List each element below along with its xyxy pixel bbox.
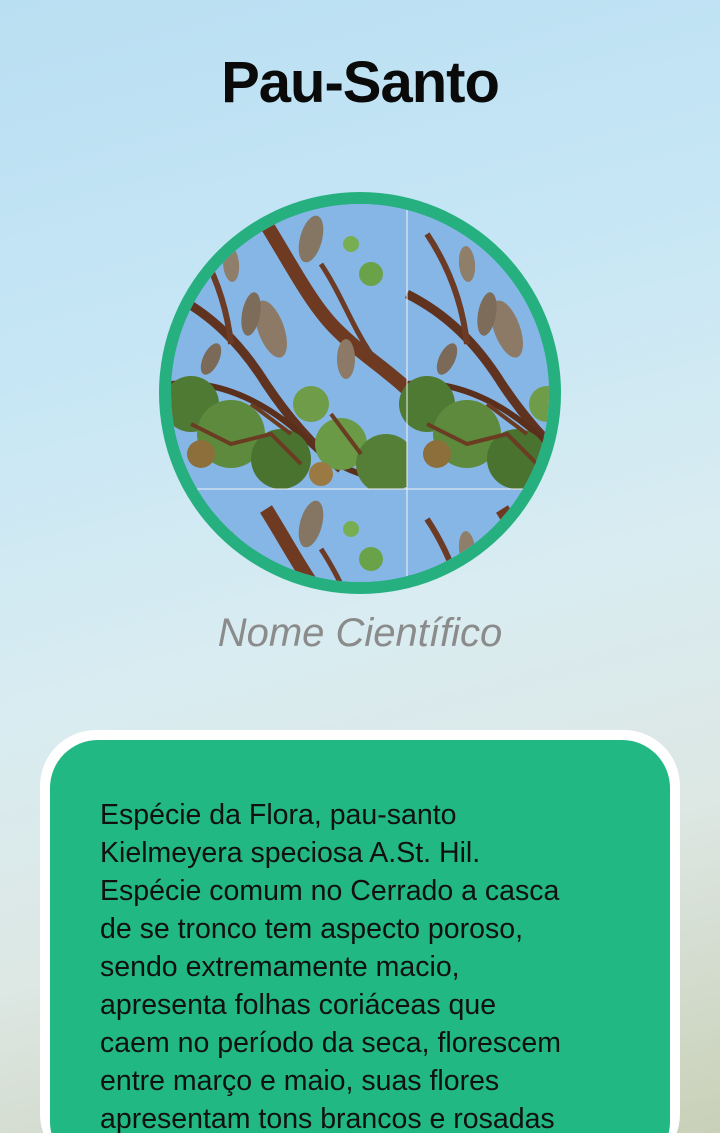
page-title: Pau-Santo <box>221 50 500 115</box>
species-photo[interactable] <box>171 204 549 582</box>
scientific-name-label: Nome Científico <box>217 611 503 655</box>
description-text: Espécie da Flora, pau-santo Kielmeyera s… <box>100 799 561 1133</box>
species-photo-frame <box>159 192 561 594</box>
species-photo-image <box>171 204 549 582</box>
